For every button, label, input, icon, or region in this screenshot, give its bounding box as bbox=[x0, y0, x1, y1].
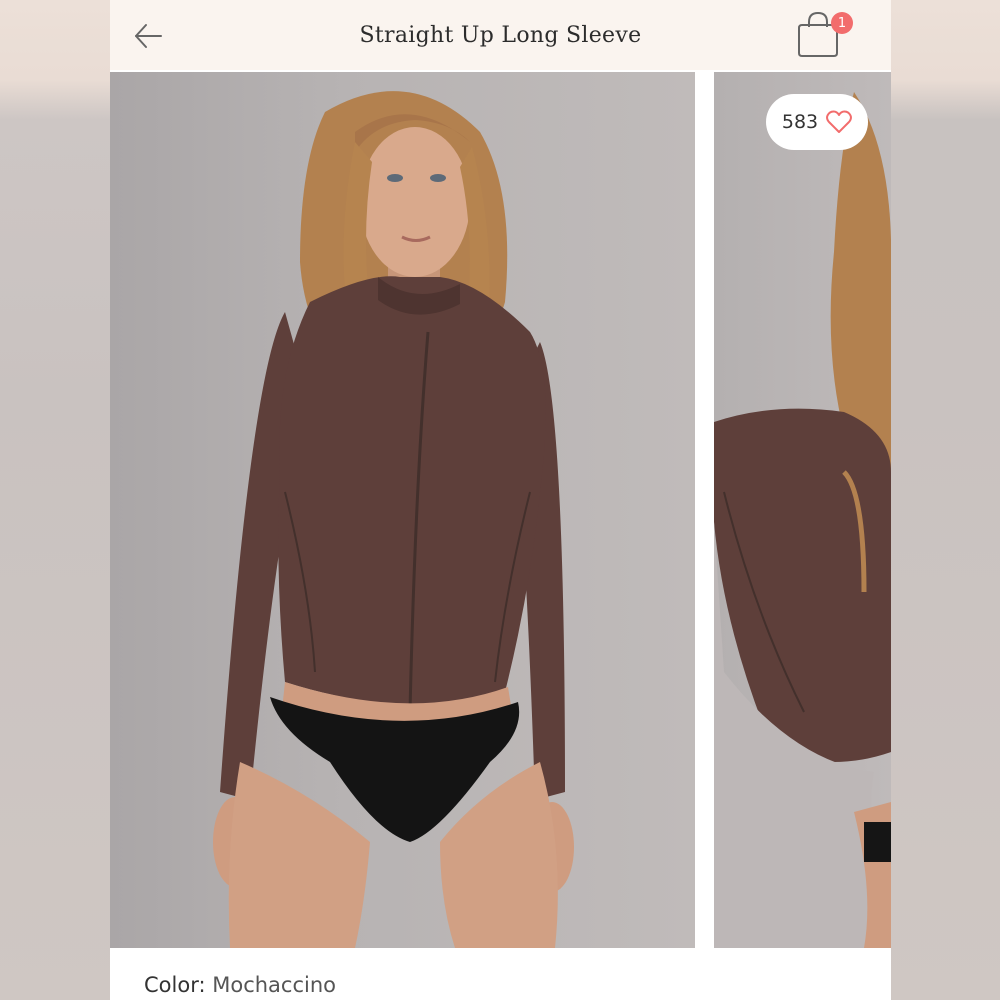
top-bar: Straight Up Long Sleeve 1 bbox=[110, 0, 891, 70]
product-photo-front[interactable] bbox=[110, 72, 695, 948]
product-page: Straight Up Long Sleeve 1 583 Color: Moc… bbox=[110, 0, 891, 1000]
screenshot-margin-right bbox=[891, 0, 1000, 1000]
product-color-row: Color: Mochaccino bbox=[144, 973, 336, 997]
cart-count-badge: 1 bbox=[831, 12, 853, 34]
screenshot-margin-left bbox=[0, 0, 110, 1000]
favorite-count: 583 bbox=[781, 111, 819, 133]
heart-outline-icon bbox=[826, 110, 853, 133]
color-value: Mochaccino bbox=[212, 973, 337, 997]
product-image-carousel[interactable]: 583 bbox=[110, 72, 891, 948]
color-label: Color: bbox=[144, 973, 206, 997]
model-back-illustration bbox=[714, 92, 891, 948]
arrow-left-icon bbox=[135, 24, 162, 48]
model-front-illustration bbox=[213, 91, 574, 948]
back-button[interactable] bbox=[128, 16, 168, 56]
page-title: Straight Up Long Sleeve bbox=[359, 22, 642, 48]
favorite-button[interactable]: 583 bbox=[766, 94, 868, 150]
shopping-bag-button[interactable]: 1 bbox=[793, 8, 857, 60]
product-photo-back[interactable] bbox=[714, 72, 891, 948]
